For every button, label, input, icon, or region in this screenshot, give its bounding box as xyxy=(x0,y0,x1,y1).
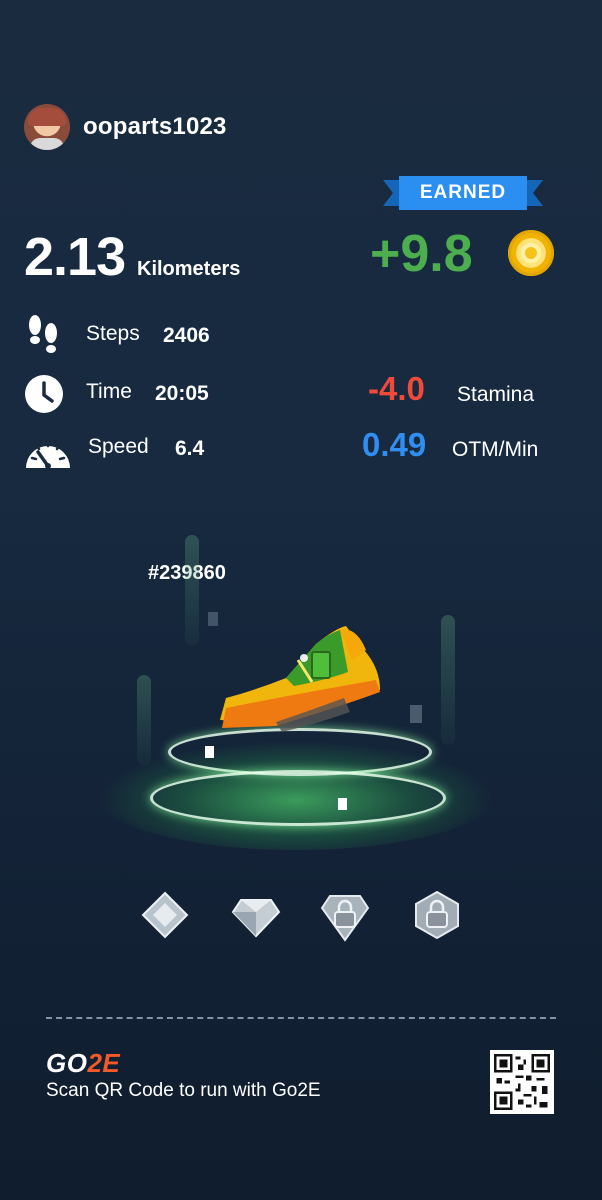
diamond-icon[interactable] xyxy=(231,890,281,940)
steps-label: Steps xyxy=(86,322,140,345)
earned-banner-label: EARNED xyxy=(399,176,527,210)
username: ooparts1023 xyxy=(83,113,227,140)
scan-qr-text: Scan QR Code to run with Go2E xyxy=(46,1080,321,1101)
diamond-flat-icon[interactable] xyxy=(140,890,190,940)
light-pillar xyxy=(441,615,455,745)
speed-value: 6.4 xyxy=(175,437,205,460)
time-label: Time xyxy=(86,380,132,403)
rate-value: 0.49 xyxy=(362,426,427,463)
rate-label: OTM/Min xyxy=(452,438,539,461)
locked-hex-icon[interactable] xyxy=(412,890,462,940)
qr-code[interactable] xyxy=(490,1050,554,1114)
speedometer-icon xyxy=(24,428,70,469)
light-particle xyxy=(205,746,214,758)
light-pillar xyxy=(137,675,151,765)
locked-gem-icon[interactable] xyxy=(320,890,370,942)
brand-logo-2e: 2E xyxy=(87,1048,121,1078)
stamina-value: -4.0 xyxy=(368,370,425,407)
earned-banner: EARNED xyxy=(383,176,543,210)
light-particle xyxy=(338,798,347,810)
brand-logo-go: GO xyxy=(46,1048,88,1078)
coin-icon xyxy=(508,230,554,276)
footer-divider xyxy=(46,1017,556,1019)
footprints-icon xyxy=(24,313,64,353)
clock-icon xyxy=(24,374,64,414)
steps-value: 2406 xyxy=(163,324,210,347)
distance-unit: Kilometers xyxy=(137,258,241,280)
earned-value: +9.8 xyxy=(370,225,473,283)
platform-ring-lower xyxy=(150,770,446,826)
speed-label: Speed xyxy=(88,435,149,458)
sneaker-image[interactable] xyxy=(216,620,386,735)
user-avatar[interactable] xyxy=(24,104,70,150)
light-particle xyxy=(410,705,422,723)
distance-value: 2.13 xyxy=(24,227,126,287)
stamina-label: Stamina xyxy=(457,383,535,406)
time-value: 20:05 xyxy=(155,382,209,405)
light-pillar xyxy=(185,535,199,645)
brand-logo: GO2E xyxy=(46,1048,120,1079)
